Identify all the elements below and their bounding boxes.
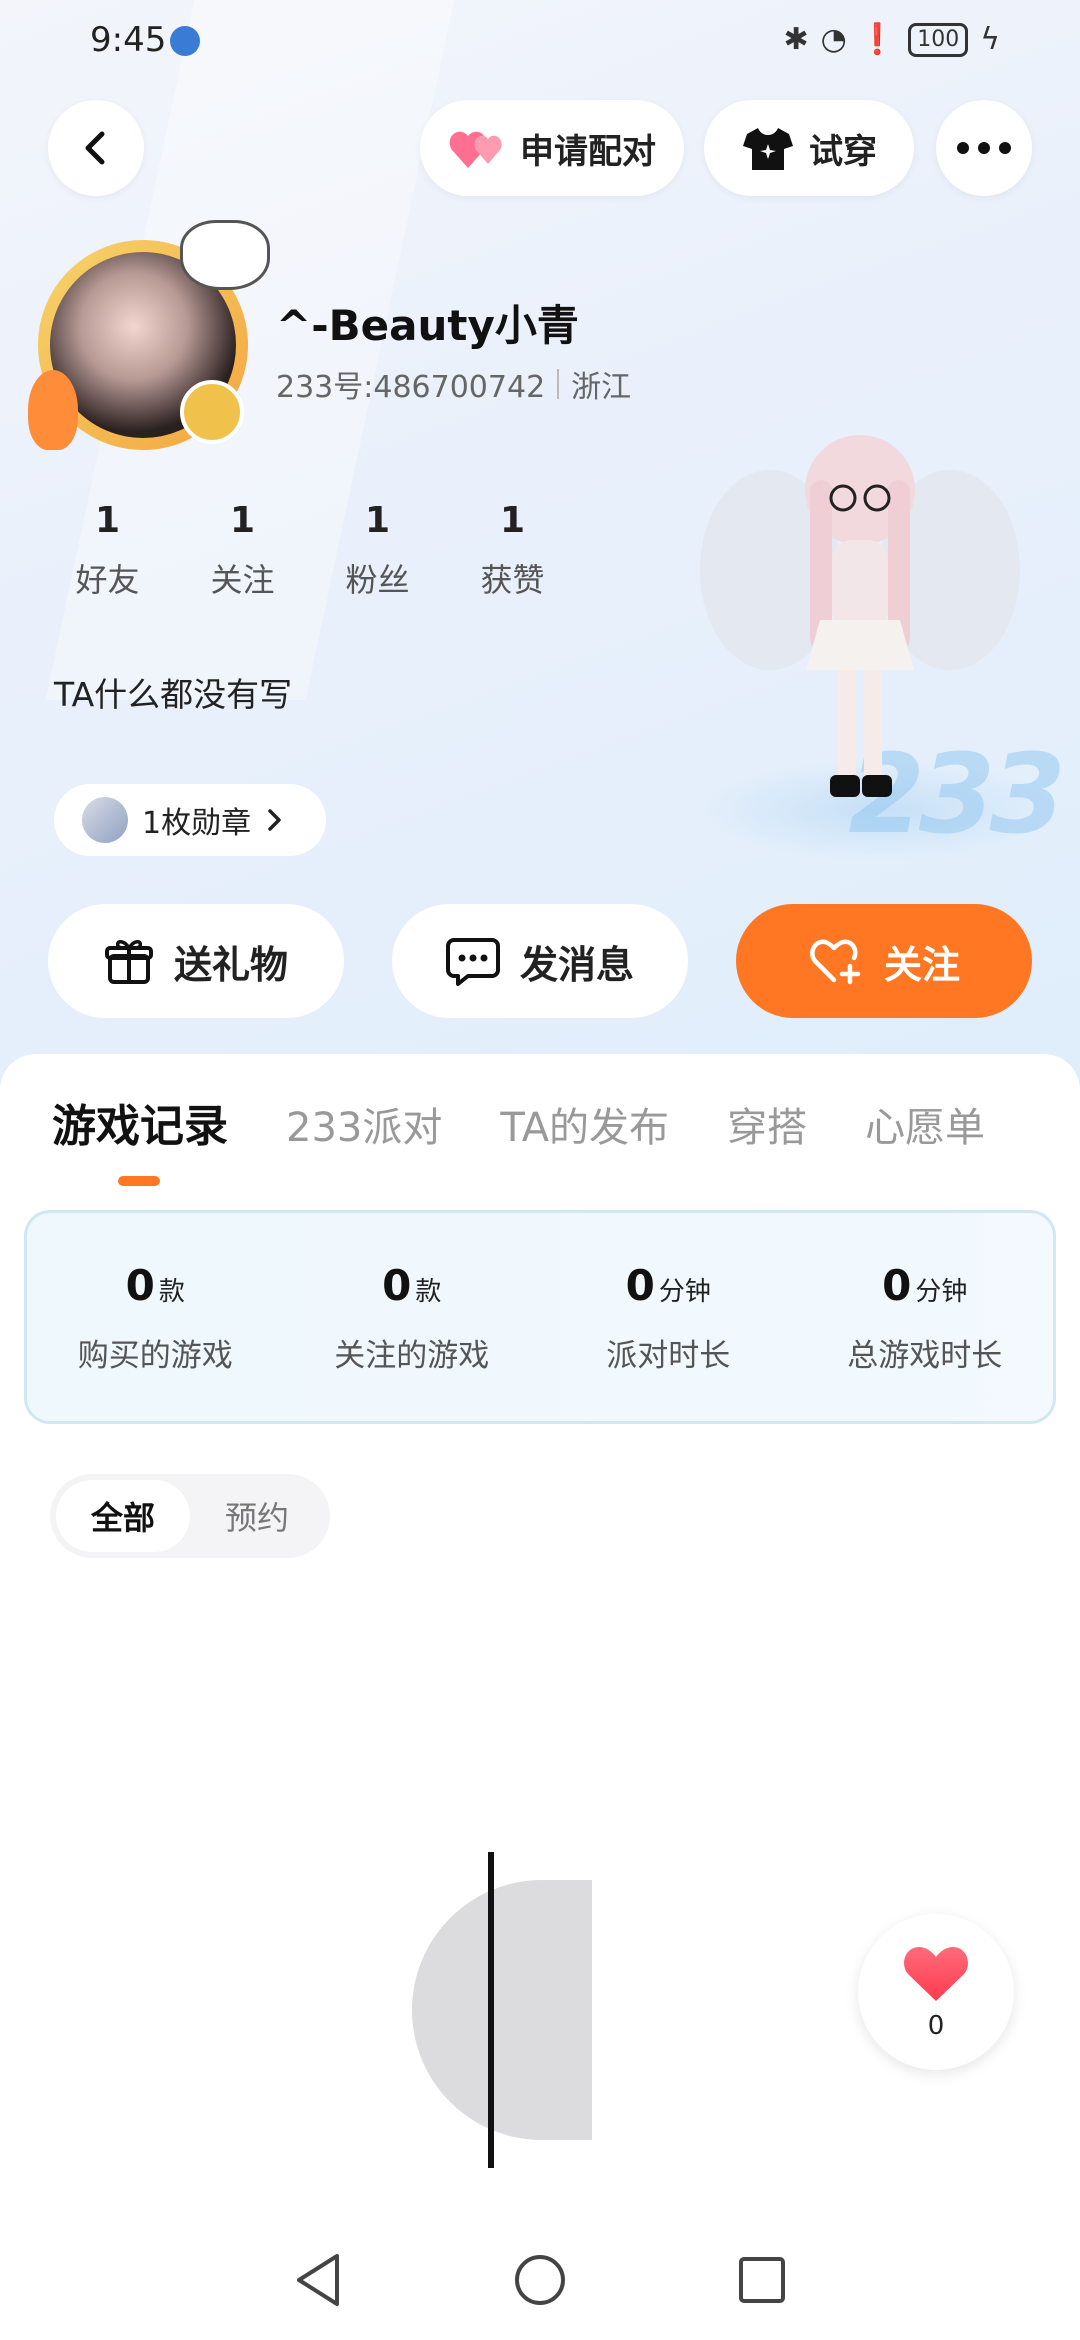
game-filter-toggle: 全部 预约 <box>50 1474 330 1558</box>
summary-value: 0 <box>125 1261 155 1310</box>
username: ^-Beauty小青 <box>276 301 579 350</box>
loading-divider-line <box>488 1852 494 2168</box>
heart-plus-icon <box>810 939 861 985</box>
summary-followed-games: 0款 关注的游戏 <box>284 1213 541 1421</box>
carrot-decoration-icon <box>28 370 78 450</box>
profile-avatar[interactable] <box>28 220 270 460</box>
profile-stats: 1 好友 1 关注 1 粉丝 1 获赞 <box>40 500 580 601</box>
stat-likes[interactable]: 1 获赞 <box>445 500 580 601</box>
user-id: 233号:486700742 <box>276 370 546 405</box>
summary-label: 总游戏时长 <box>847 1338 1003 1374</box>
stat-label: 获赞 <box>480 561 545 599</box>
avatar-3d-figure[interactable] <box>700 420 1020 840</box>
summary-unit: 分钟 <box>915 1277 968 1307</box>
message-bubble-icon <box>445 938 500 986</box>
send-message-button[interactable]: 发消息 <box>392 904 688 1018</box>
like-count: 0 <box>927 2011 945 2041</box>
summary-value: 0 <box>882 1261 912 1310</box>
summary-label: 购买的游戏 <box>77 1338 233 1374</box>
tab-game-records[interactable]: 游戏记录 <box>52 1090 228 1154</box>
tab-outfits[interactable]: 穿搭 <box>727 1095 807 1153</box>
pair-request-label: 申请配对 <box>520 131 656 172</box>
cat-decoration-icon <box>180 220 270 290</box>
follow-label: 关注 <box>883 942 960 987</box>
status-icons: ✱ ◔ ❗ 100 ϟ <box>784 22 1000 57</box>
chevron-right-icon <box>268 809 281 831</box>
summary-label: 关注的游戏 <box>334 1338 490 1374</box>
gift-icon <box>104 940 153 984</box>
stat-label: 好友 <box>75 561 140 599</box>
summary-purchased-games: 0款 购买的游戏 <box>27 1213 284 1421</box>
summary-unit: 款 <box>415 1277 442 1307</box>
stat-label: 关注 <box>210 561 275 599</box>
try-on-button[interactable]: 试穿 <box>704 100 914 196</box>
send-gift-button[interactable]: 送礼物 <box>48 904 344 1018</box>
tab-wishlist[interactable]: 心愿单 <box>865 1095 985 1153</box>
send-message-label: 发消息 <box>519 942 634 987</box>
meta-divider <box>557 369 560 399</box>
badges-button[interactable]: 1枚勋章 <box>54 784 326 856</box>
badges-label: 1枚勋章 <box>142 806 252 841</box>
user-location: 浙江 <box>571 370 632 405</box>
stat-fans[interactable]: 1 粉丝 <box>310 500 445 601</box>
back-button[interactable] <box>48 100 144 196</box>
nav-back-icon[interactable] <box>293 2252 343 2308</box>
send-gift-label: 送礼物 <box>173 942 288 987</box>
heart-icon <box>904 1947 968 2001</box>
alert-icon: ❗ <box>858 22 897 57</box>
crown-badge-icon <box>180 380 244 444</box>
bluetooth-icon: ✱ <box>783 22 809 57</box>
stat-value: 1 <box>94 500 121 541</box>
hearts-icon <box>449 131 502 168</box>
pair-request-button[interactable]: 申请配对 <box>420 100 684 196</box>
filter-reserved[interactable]: 预约 <box>190 1480 324 1552</box>
summary-value: 0 <box>382 1261 412 1310</box>
battery-icon: 100 <box>908 22 969 57</box>
profile-tabs: 游戏记录 233派对 TA的发布 穿搭 心愿单 <box>52 1090 985 1154</box>
stat-value: 1 <box>499 500 526 541</box>
globe-icon <box>170 26 200 56</box>
summary-total-play-time: 0 分钟 总游戏时长 <box>797 1213 1054 1421</box>
wifi-icon: ◔ <box>820 22 847 57</box>
charging-icon: ϟ <box>980 22 1000 57</box>
summary-value: 0 <box>625 1261 655 1310</box>
more-button[interactable] <box>936 100 1032 196</box>
medal-icon <box>82 797 128 843</box>
summary-party-duration: 0 分钟 派对时长 <box>540 1213 797 1421</box>
floating-like-button[interactable]: 0 <box>858 1914 1014 2070</box>
filter-all[interactable]: 全部 <box>56 1480 190 1552</box>
user-meta: 233号:486700742 浙江 <box>276 362 631 406</box>
system-nav-bar <box>0 2220 1080 2340</box>
tab-posts[interactable]: TA的发布 <box>500 1095 669 1153</box>
stat-following[interactable]: 1 关注 <box>175 500 310 601</box>
status-time: 9:45 <box>90 20 167 60</box>
status-bar: 9:45 ✱ ◔ ❗ 100 ϟ <box>0 0 1080 84</box>
follow-button[interactable]: 关注 <box>736 904 1032 1018</box>
nav-home-icon[interactable] <box>513 2253 567 2307</box>
stat-label: 粉丝 <box>345 561 410 599</box>
nav-recents-icon[interactable] <box>737 2255 787 2305</box>
tshirt-icon <box>743 128 793 170</box>
tab-233-party[interactable]: 233派对 <box>286 1095 442 1153</box>
try-on-label: 试穿 <box>809 131 877 172</box>
back-arrow-icon <box>85 131 105 165</box>
stat-value: 1 <box>364 500 391 541</box>
summary-label: 派对时长 <box>606 1338 731 1374</box>
stat-value: 1 <box>229 500 256 541</box>
summary-unit: 分钟 <box>658 1277 711 1307</box>
summary-unit: 款 <box>158 1277 185 1307</box>
stat-friends[interactable]: 1 好友 <box>40 500 175 601</box>
more-dots-icon <box>957 142 1011 154</box>
active-tab-indicator <box>118 1176 160 1186</box>
game-summary-card: 0款 购买的游戏 0款 关注的游戏 0 分钟 派对时长 0 分钟 总游戏时长 <box>24 1210 1056 1424</box>
profile-bio: TA什么都没有写 <box>54 675 293 714</box>
